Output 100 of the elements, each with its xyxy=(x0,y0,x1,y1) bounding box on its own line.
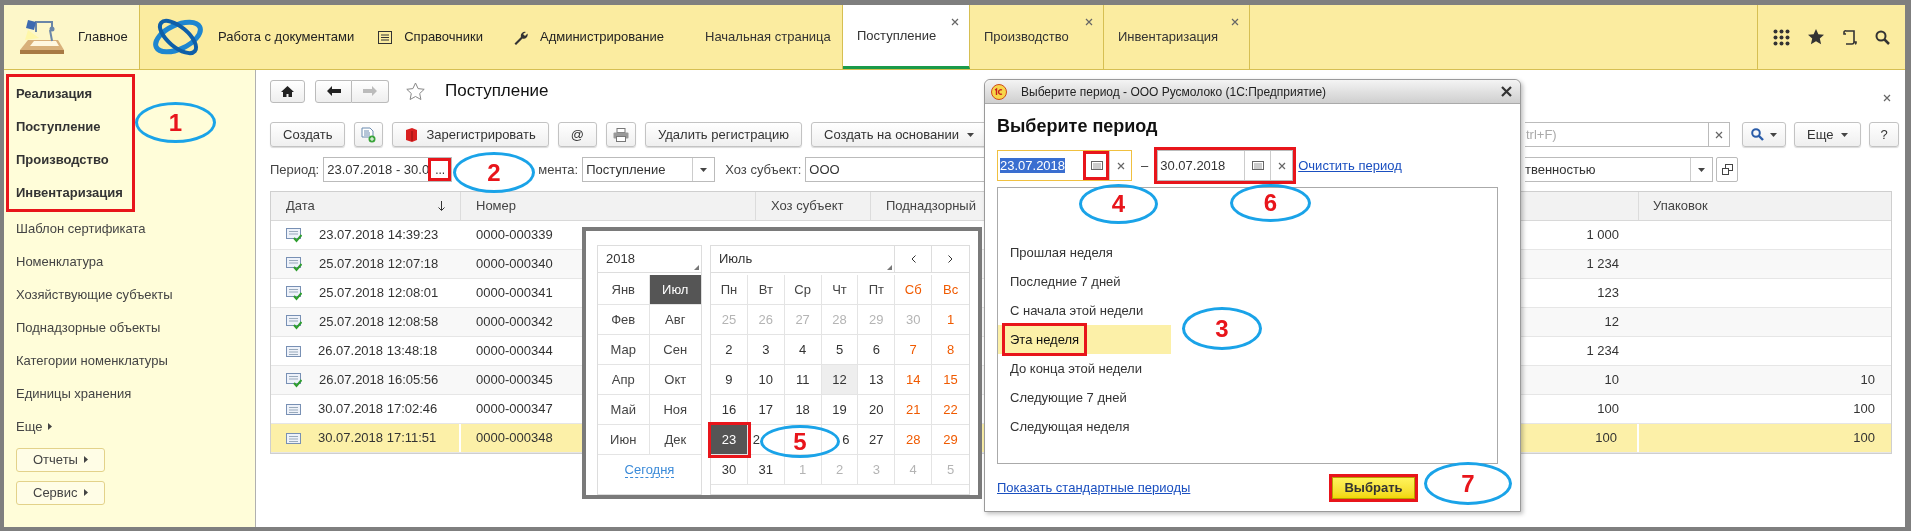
column-header[interactable]: Хоз субъект xyxy=(771,196,844,216)
month-cell[interactable]: Июн xyxy=(598,425,650,455)
more-button[interactable]: Еще xyxy=(1794,122,1862,147)
help-button[interactable]: ? xyxy=(1869,122,1899,147)
section-link[interactable]: Главное xyxy=(78,27,128,47)
day-cell[interactable]: 20 xyxy=(869,399,884,420)
wrench-icon[interactable] xyxy=(513,29,528,45)
open-button[interactable] xyxy=(1716,157,1738,182)
sidebar-item[interactable]: Производство xyxy=(16,149,109,170)
select-button[interactable]: Выбрать xyxy=(1332,477,1415,499)
search-button[interactable] xyxy=(1742,122,1786,147)
column-header[interactable]: Номер xyxy=(476,196,516,216)
tab[interactable]: Поступление xyxy=(843,5,970,69)
sidebar-item[interactable]: Инвентаризация xyxy=(16,182,123,203)
day-cell[interactable]: 27 xyxy=(869,429,884,450)
period-option[interactable]: С начала этой недели xyxy=(1005,297,1149,324)
day-cell[interactable]: 4 xyxy=(799,339,807,360)
day-cell[interactable]: 23 xyxy=(711,425,747,454)
month-cell[interactable]: Май xyxy=(598,395,650,425)
sidebar-item[interactable]: Реализация xyxy=(16,83,93,104)
period-option[interactable]: Прошлая неделя xyxy=(1005,239,1118,266)
sidebar-item[interactable]: Хозяйствующие субъекты xyxy=(16,284,173,305)
day-cell[interactable]: 6 xyxy=(872,339,880,360)
list-icon[interactable] xyxy=(378,30,393,44)
month-field[interactable]: Июль xyxy=(711,246,895,272)
day-cell[interactable]: 6 xyxy=(842,429,850,450)
sidebar-item[interactable]: Поступление xyxy=(16,116,101,137)
close-icon[interactable] xyxy=(951,18,959,26)
sidebar-item[interactable]: Шаблон сертификата xyxy=(16,218,146,239)
menu-button[interactable]: Создать на основании xyxy=(811,122,987,147)
date-to-field[interactable]: 30.07.2018 xyxy=(1157,150,1294,181)
sidebar-item[interactable]: Поднадзорные объекты xyxy=(16,317,161,338)
column-header[interactable]: Упаковок xyxy=(1653,196,1708,216)
day-cell[interactable]: 19 xyxy=(832,399,847,420)
star-outline-icon[interactable] xyxy=(406,82,425,100)
section-link[interactable]: Справочники xyxy=(404,27,483,47)
day-cell[interactable]: 9 xyxy=(725,369,733,390)
month-cell[interactable]: Ноя xyxy=(649,395,701,425)
month-cell[interactable]: Фев xyxy=(598,305,650,335)
toolbar-button[interactable]: Создать xyxy=(270,122,346,147)
day-cell[interactable]: 18 xyxy=(795,399,810,420)
clear-icon[interactable] xyxy=(1116,161,1125,170)
clear-button[interactable] xyxy=(1708,122,1730,147)
day-cell[interactable]: 16 xyxy=(721,399,737,420)
sidebar-item[interactable]: Категории номенклатуры xyxy=(16,350,168,371)
date-from-field[interactable]: 23.07.2018 xyxy=(997,150,1132,181)
day-cell[interactable]: 2 xyxy=(725,339,733,360)
clear-period-link[interactable]: Очистить период xyxy=(1298,155,1402,176)
back-button[interactable] xyxy=(315,79,352,103)
period-option[interactable]: Следующая неделя xyxy=(1005,413,1135,440)
today-link[interactable]: Сегодня xyxy=(624,462,675,478)
clear-icon[interactable] xyxy=(1715,130,1723,139)
month-cell[interactable]: Янв xyxy=(598,275,650,305)
standard-periods-link[interactable]: Показать стандартные периоды xyxy=(997,478,1191,498)
add-document-button[interactable] xyxy=(354,122,384,147)
month-cell[interactable]: Мар xyxy=(598,335,650,365)
toolbar-button[interactable]: Удалить регистрацию xyxy=(645,122,803,147)
sort-arrow-icon[interactable] xyxy=(438,200,445,212)
home-button[interactable] xyxy=(270,79,305,103)
month-cell[interactable]: Июл xyxy=(649,275,701,305)
register-button[interactable]: Зарегистрировать xyxy=(392,122,549,147)
close-icon[interactable] xyxy=(1085,18,1093,26)
period-option[interactable]: До конца этой недели xyxy=(1005,355,1147,382)
column-header[interactable]: Поднадзорный xyxy=(886,196,976,216)
star-icon[interactable] xyxy=(1808,29,1825,45)
scroll-icon[interactable] xyxy=(1842,29,1857,45)
month-cell[interactable]: Дек xyxy=(649,425,701,455)
day-cell[interactable]: 3 xyxy=(762,339,770,360)
day-cell[interactable]: 11 xyxy=(795,369,810,390)
month-cell[interactable]: Авг xyxy=(649,305,701,335)
select-field[interactable]: твенностью xyxy=(1525,157,1713,182)
menu-button[interactable]: Сервис xyxy=(16,480,105,505)
apps-grid-icon[interactable] xyxy=(1773,28,1791,46)
search-field[interactable]: trl+F) xyxy=(1525,122,1708,147)
year-field[interactable]: 2018 xyxy=(598,246,701,273)
menu-button[interactable]: Отчеты xyxy=(16,447,105,472)
period-option[interactable]: Последние 7 дней xyxy=(1005,268,1126,295)
day-cell[interactable]: 30 xyxy=(721,459,737,480)
day-cell[interactable]: 17 xyxy=(758,399,773,420)
document-type-select[interactable]: Поступление xyxy=(582,157,716,182)
day-cell[interactable]: 13 xyxy=(869,369,884,390)
month-cell[interactable]: Сен xyxy=(649,335,701,365)
sidebar-item[interactable]: Единицы хранения xyxy=(16,383,132,404)
toolbar-button[interactable]: @ xyxy=(557,122,597,147)
sidebar-item[interactable]: Номенклатура xyxy=(16,251,104,272)
print-button[interactable] xyxy=(606,122,636,147)
period-option[interactable]: Следующие 7 дней xyxy=(1005,384,1132,411)
day-cell[interactable]: 2 xyxy=(752,429,761,450)
column-header[interactable]: Дата xyxy=(286,196,315,216)
day-cell[interactable]: 10 xyxy=(758,369,773,390)
close-icon[interactable] xyxy=(1883,94,1891,102)
close-icon[interactable] xyxy=(1501,86,1512,97)
calendar-button[interactable] xyxy=(1083,151,1109,180)
day-cell[interactable]: 5 xyxy=(835,339,844,360)
month-cell[interactable]: Окт xyxy=(649,365,701,395)
search-icon[interactable] xyxy=(1874,29,1890,45)
close-icon[interactable] xyxy=(1231,18,1239,26)
more-menu[interactable]: Еще xyxy=(16,416,53,437)
clear-icon[interactable] xyxy=(1277,161,1286,170)
day-cell[interactable]: 31 xyxy=(758,459,773,480)
